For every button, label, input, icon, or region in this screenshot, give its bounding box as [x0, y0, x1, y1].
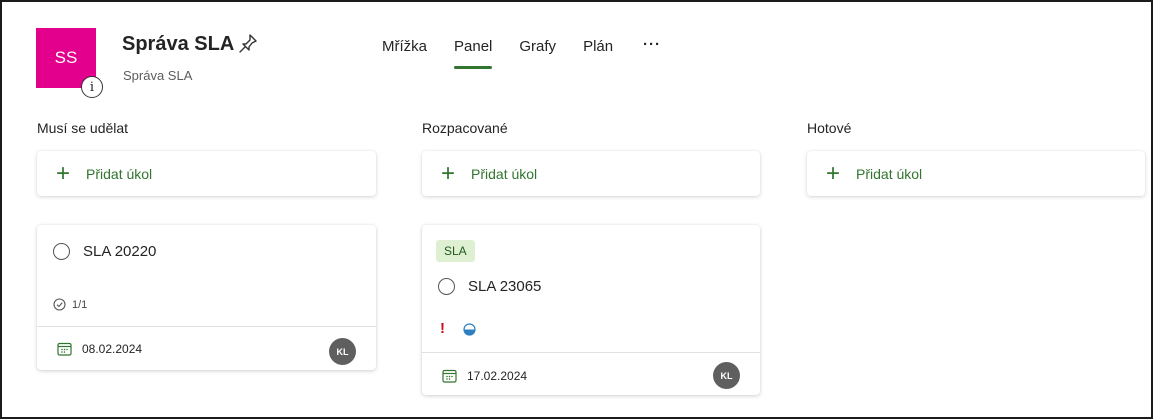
tab-charts[interactable]: Grafy — [519, 38, 556, 68]
task-card[interactable]: SLA 20220 1/1 08.02.2024 KL — [37, 225, 376, 370]
pin-icon[interactable] — [238, 33, 258, 55]
add-task-label: Přidat úkol — [86, 165, 153, 182]
more-options-button[interactable]: ··· — [643, 36, 661, 53]
add-task-label: Přidat úkol — [471, 165, 538, 182]
tab-schedule[interactable]: Plán — [583, 38, 613, 68]
info-icon[interactable]: i — [81, 76, 103, 98]
plus-icon: + — [441, 159, 456, 187]
label-tag: SLA — [436, 240, 475, 262]
add-task-button-in-progress[interactable]: + Přidat úkol — [422, 151, 760, 196]
task-name: SLA 20220 — [83, 243, 157, 260]
assignee-avatar[interactable]: KL — [713, 362, 740, 389]
add-task-label: Přidat úkol — [856, 165, 923, 182]
task-card[interactable]: SLA SLA 23065 ! 17.02.2024 KL — [422, 225, 760, 395]
column-title-done: Hotové — [807, 120, 852, 136]
card-divider — [37, 326, 376, 327]
view-tabs: Mřížka Panel Grafy Plán — [382, 38, 640, 69]
checklist-count: 1/1 — [53, 298, 87, 311]
column-title-todo: Musí se udělat — [37, 120, 129, 136]
due-date: 08.02.2024 — [57, 342, 142, 356]
add-task-button-todo[interactable]: + Přidat úkol — [37, 151, 376, 196]
tab-grid[interactable]: Mřížka — [382, 38, 427, 68]
plus-icon: + — [826, 159, 841, 187]
plan-title: Správa SLA — [122, 33, 235, 55]
plan-initials: SS — [54, 48, 78, 67]
task-title-row: SLA 23065 — [438, 278, 541, 295]
checklist-icon — [53, 298, 66, 311]
priority-icon: ! — [440, 320, 445, 337]
plus-icon: + — [56, 159, 71, 187]
column-title-in-progress: Rozpacované — [422, 120, 508, 136]
progress-icon — [463, 323, 476, 336]
task-name: SLA 23065 — [468, 278, 542, 295]
task-title-row: SLA 20220 — [53, 243, 156, 260]
add-task-button-done[interactable]: + Přidat úkol — [807, 151, 1145, 196]
calendar-icon — [57, 342, 72, 356]
assignee-avatar[interactable]: KL — [329, 338, 356, 365]
due-date: 17.02.2024 — [442, 369, 527, 383]
tab-board[interactable]: Panel — [454, 38, 493, 69]
card-divider — [422, 352, 760, 353]
complete-task-checkbox[interactable] — [438, 278, 455, 295]
complete-task-checkbox[interactable] — [53, 243, 70, 260]
plan-subtitle: Správa SLA — [123, 68, 193, 83]
calendar-icon — [442, 369, 457, 383]
planner-board: SS i Správa SLA Správa SLA Mřížka Panel … — [0, 0, 1153, 419]
